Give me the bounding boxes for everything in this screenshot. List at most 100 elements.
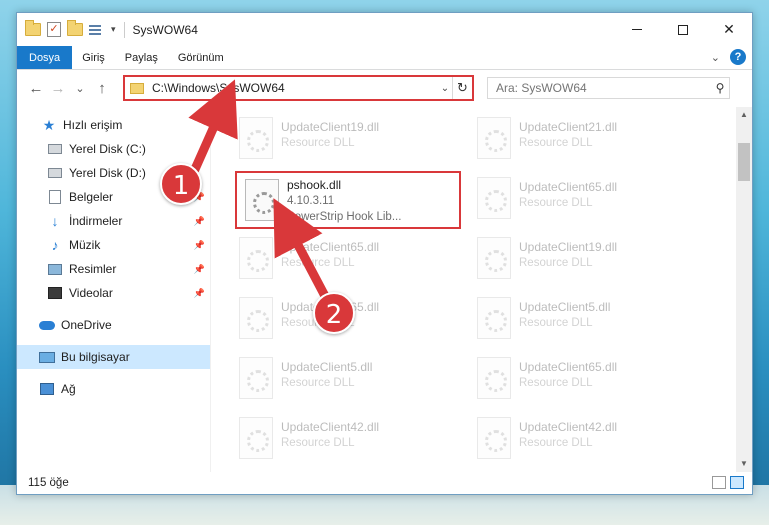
file-description: Resource DLL: [519, 137, 593, 149]
close-button[interactable]: ✕: [706, 13, 752, 46]
ribbon-tabs: Dosya Giriş Paylaş Görünüm ⌄ ?: [17, 46, 752, 70]
file-item[interactable]: UpdateClient42.dll Resource DLL: [469, 411, 691, 465]
dll-file-icon: [477, 357, 511, 399]
dll-file-icon: [477, 297, 511, 339]
file-description: Resource DLL: [281, 377, 355, 389]
expand-ribbon-icon[interactable]: ⌄: [711, 51, 720, 64]
this-pc-icon: [39, 350, 55, 364]
file-item[interactable]: UpdateClient65.dll Resource DLL: [231, 231, 453, 285]
folder-icon: [25, 20, 41, 36]
file-item[interactable]: UpdateClient19.dll Resource DLL: [231, 111, 453, 165]
file-name: UpdateClient65.dll: [519, 360, 618, 374]
tab-file[interactable]: Dosya: [17, 46, 73, 69]
scroll-thumb[interactable]: [738, 143, 750, 181]
help-icon[interactable]: ?: [730, 49, 746, 65]
sidebar-item-label: Ağ: [61, 382, 76, 396]
dll-file-icon: [239, 297, 273, 339]
file-item[interactable]: UpdateClient42.dll Resource DLL: [231, 411, 453, 465]
properties-check-icon[interactable]: ✓: [47, 22, 61, 37]
minimize-icon: [632, 29, 642, 30]
sidebar-item-music[interactable]: ♪ Müzik 📌: [17, 233, 210, 257]
tab-home[interactable]: Giriş: [72, 46, 115, 69]
file-name: UpdateClient21.dll: [519, 120, 618, 134]
dll-file-icon: [239, 117, 273, 159]
dll-file-icon: [477, 417, 511, 459]
step-2-badge: 2: [313, 292, 355, 334]
sidebar-item-network[interactable]: Ağ: [17, 377, 210, 401]
customize-toolbar-dropdown[interactable]: ▾: [111, 24, 116, 35]
scroll-up-arrow-icon[interactable]: ▲: [736, 107, 752, 123]
sidebar-item-pictures[interactable]: Resimler 📌: [17, 257, 210, 281]
dll-file-icon: [477, 177, 511, 219]
pin-icon[interactable]: 📌: [194, 240, 205, 251]
close-icon: ✕: [723, 21, 735, 37]
dll-file-icon: [239, 357, 273, 399]
file-item[interactable]: UpdateClient65.dll Resource DLL: [469, 171, 691, 225]
tab-share[interactable]: Paylaş: [115, 46, 168, 69]
search-input[interactable]: [488, 81, 711, 95]
navigation-pane: ★ Hızlı erişim Yerel Disk (C:) Yerel Dis…: [17, 107, 210, 472]
sidebar-item-onedrive[interactable]: OneDrive: [17, 313, 210, 337]
file-item[interactable]: UpdateClient65.dll Resource DLL: [469, 351, 691, 405]
address-bar[interactable]: C:\Windows\SysWOW64 ⌄ ↻: [123, 75, 474, 101]
scroll-down-arrow-icon[interactable]: ▼: [736, 456, 752, 472]
list-properties-icon[interactable]: [89, 23, 105, 37]
sidebar-item-quick-access[interactable]: ★ Hızlı erişim: [17, 113, 210, 137]
file-description: Resource DLL: [519, 197, 593, 209]
view-switcher: [712, 476, 744, 489]
file-item[interactable]: UpdateClient5.dll Resource DLL: [469, 291, 691, 345]
title-bar: ✓ ▾ SysWOW64 ✕: [17, 13, 752, 46]
pictures-icon: [47, 262, 63, 276]
step-1-badge: 1: [160, 163, 202, 205]
file-name: UpdateClient42.dll: [281, 420, 380, 434]
file-name: UpdateClient42.dll: [519, 420, 618, 434]
minimize-button[interactable]: [614, 13, 660, 46]
refresh-button[interactable]: ↻: [452, 77, 472, 99]
quick-access-toolbar: ✓ ▾: [17, 20, 127, 38]
sidebar-item-label: Hızlı erişim: [63, 118, 123, 132]
address-path[interactable]: C:\Windows\SysWOW64: [152, 81, 438, 95]
forward-button[interactable]: →: [47, 80, 69, 97]
dll-file-icon: [477, 237, 511, 279]
star-icon: ★: [42, 116, 56, 133]
sidebar-item-downloads[interactable]: ↓ İndirmeler 📌: [17, 209, 210, 233]
file-name: UpdateClient5.dll: [519, 300, 611, 314]
file-item-pshook[interactable]: pshook.dll 4.10.3.11 PowerStrip Hook Lib..…: [235, 171, 461, 229]
address-dropdown-icon[interactable]: ⌄: [438, 83, 452, 94]
up-button[interactable]: ↑: [91, 80, 113, 97]
folder-icon: [130, 82, 144, 94]
sidebar-item-this-pc[interactable]: Bu bilgisayar: [17, 345, 210, 369]
sidebar-item-label: Bu bilgisayar: [61, 350, 130, 364]
file-description: Resource DLL: [519, 317, 593, 329]
recent-locations-button[interactable]: ⌄: [69, 82, 91, 95]
dll-file-icon: [477, 117, 511, 159]
pin-icon[interactable]: 📌: [194, 288, 205, 299]
file-name: UpdateClient65.dll: [281, 240, 380, 254]
new-folder-icon[interactable]: [67, 20, 83, 36]
file-name: UpdateClient5.dll: [281, 360, 373, 374]
vertical-scrollbar[interactable]: ▲ ▼: [736, 107, 752, 472]
file-description: PowerStrip Hook Lib...: [287, 211, 402, 223]
sidebar-item-label: Yerel Disk (C:): [69, 142, 146, 156]
pin-icon[interactable]: 📌: [194, 264, 205, 275]
sidebar-item-videos[interactable]: Videolar 📌: [17, 281, 210, 305]
videos-icon: [47, 286, 63, 300]
downloads-icon: ↓: [51, 213, 59, 229]
tiles-view-icon[interactable]: [730, 476, 744, 489]
search-box[interactable]: ⚲: [487, 77, 730, 99]
search-icon[interactable]: ⚲: [711, 81, 729, 95]
maximize-button[interactable]: [660, 13, 706, 46]
file-item[interactable]: UpdateClient21.dll Resource DLL: [469, 111, 691, 165]
sidebar-item-label: Videolar: [69, 286, 113, 300]
tab-view[interactable]: Görünüm: [168, 46, 234, 69]
file-item[interactable]: UpdateClient5.dll Resource DLL: [231, 351, 453, 405]
status-bar: 115 öğe: [17, 472, 752, 494]
file-name: UpdateClient65.dll: [519, 180, 618, 194]
file-item[interactable]: UpdateClient19.dll Resource DLL: [469, 231, 691, 285]
back-button[interactable]: ←: [25, 80, 47, 97]
pin-icon[interactable]: 📌: [194, 216, 205, 227]
address-row: ← → ⌄ ↑ C:\Windows\SysWOW64 ⌄ ↻ ⚲: [17, 71, 752, 105]
file-description: Resource DLL: [281, 257, 355, 269]
details-view-icon[interactable]: [712, 476, 726, 489]
sidebar-item-local-disk-c[interactable]: Yerel Disk (C:): [17, 137, 210, 161]
